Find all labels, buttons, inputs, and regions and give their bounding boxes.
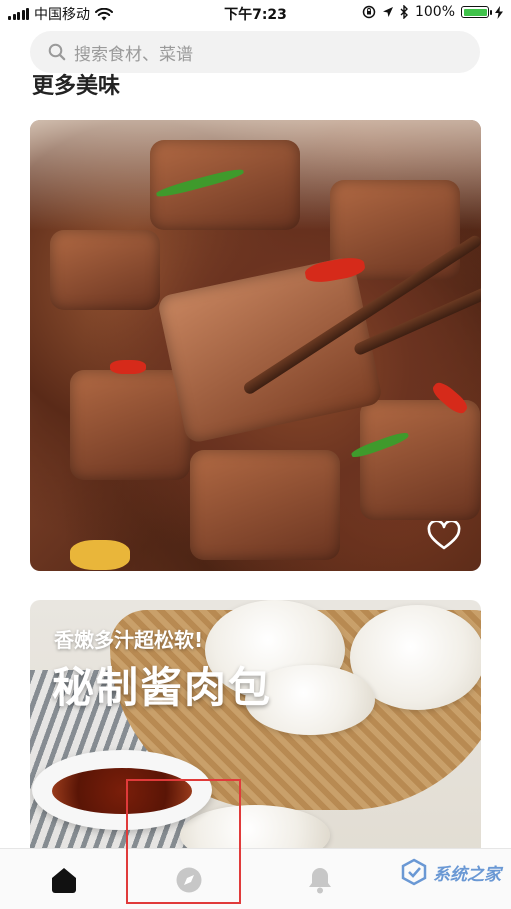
rotation-lock-icon (362, 5, 376, 19)
featured-rib (156, 255, 384, 445)
heart-icon[interactable] (427, 521, 461, 551)
food-piece (360, 400, 480, 520)
search-placeholder: 搜索食材、菜谱 (74, 44, 193, 65)
pepper-yellow (70, 540, 130, 570)
tab-home[interactable] (44, 863, 84, 897)
section-title: 更多美味 (32, 74, 121, 96)
charging-icon (495, 5, 503, 19)
battery-percent: 100% (414, 4, 455, 20)
food-piece (70, 370, 190, 480)
food-piece (190, 450, 340, 560)
watermark-text: 系统之家 (433, 864, 501, 885)
search-icon (48, 43, 66, 61)
highlight-annotation (126, 779, 241, 904)
battery-icon (461, 6, 492, 18)
location-icon (382, 7, 393, 17)
card-tagline: 香嫩多汁超松软! (54, 628, 204, 652)
home-icon (52, 868, 76, 893)
recipe-card-ribs[interactable] (30, 120, 481, 571)
food-piece (50, 230, 160, 310)
bluetooth-icon (400, 5, 408, 19)
card-headline: 秘制酱肉包 (52, 663, 273, 712)
tab-notifications[interactable] (300, 863, 340, 897)
status-bar: 中国移动 下午7:23 100% (0, 0, 511, 26)
search-bar[interactable]: 搜索食材、菜谱 (30, 31, 480, 73)
status-right: 100% (362, 4, 503, 20)
watermark: 系统之家 (400, 858, 501, 886)
recipe-card-buns[interactable]: 香嫩多汁超松软! 秘制酱肉包 (30, 600, 481, 860)
bell-icon (309, 868, 331, 894)
chili-slice (110, 360, 146, 374)
watermark-logo-icon (401, 858, 427, 886)
